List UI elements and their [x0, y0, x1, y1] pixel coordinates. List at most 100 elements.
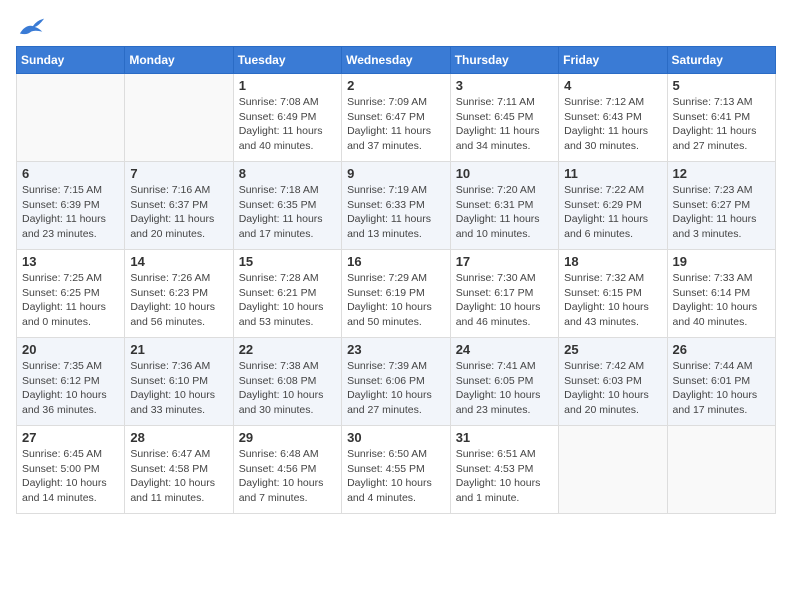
day-info: Sunrise: 6:51 AMSunset: 4:53 PMDaylight:… [456, 447, 553, 506]
day-info: Sunrise: 7:28 AMSunset: 6:21 PMDaylight:… [239, 271, 336, 330]
day-info: Sunrise: 7:22 AMSunset: 6:29 PMDaylight:… [564, 183, 661, 242]
weekday-header-wednesday: Wednesday [342, 47, 451, 74]
calendar-cell: 13Sunrise: 7:25 AMSunset: 6:25 PMDayligh… [17, 250, 125, 338]
day-number: 18 [564, 254, 661, 269]
day-number: 7 [130, 166, 227, 181]
calendar-cell: 5Sunrise: 7:13 AMSunset: 6:41 PMDaylight… [667, 74, 775, 162]
day-number: 17 [456, 254, 553, 269]
day-number: 25 [564, 342, 661, 357]
weekday-header-row: SundayMondayTuesdayWednesdayThursdayFrid… [17, 47, 776, 74]
day-number: 16 [347, 254, 445, 269]
day-info: Sunrise: 7:26 AMSunset: 6:23 PMDaylight:… [130, 271, 227, 330]
calendar-table: SundayMondayTuesdayWednesdayThursdayFrid… [16, 46, 776, 514]
calendar-cell: 12 Sunrise: 7:23 AMSunset: 6:27 PMDayligh… [667, 162, 775, 250]
calendar-cell: 18Sunrise: 7:32 AMSunset: 6:15 PMDayligh… [559, 250, 667, 338]
day-number: 9 [347, 166, 445, 181]
day-info: Sunrise: 7:09 AMSunset: 6:47 PMDaylight:… [347, 95, 445, 154]
logo [16, 16, 46, 34]
calendar-cell: 16 Sunrise: 7:29 AMSunset: 6:19 PMDayligh… [342, 250, 451, 338]
calendar-cell: 11 Sunrise: 7:22 AMSunset: 6:29 PMDayligh… [559, 162, 667, 250]
day-number: 21 [130, 342, 227, 357]
calendar-cell: 10 Sunrise: 7:20 AMSunset: 6:31 PMDayligh… [450, 162, 558, 250]
weekday-header-thursday: Thursday [450, 47, 558, 74]
day-info: Sunrise: 7:15 AMSunset: 6:39 PMDaylight:… [22, 183, 119, 242]
logo-bird-icon [18, 16, 46, 38]
day-number: 31 [456, 430, 553, 445]
day-info: Sunrise: 7:44 AMSunset: 6:01 PMDaylight:… [673, 359, 770, 418]
calendar-cell: 22 Sunrise: 7:38 AMSunset: 6:08 PMDayligh… [233, 338, 341, 426]
calendar-cell: 23 Sunrise: 7:39 AMSunset: 6:06 PMDayligh… [342, 338, 451, 426]
calendar-cell [17, 74, 125, 162]
calendar-cell: 21 Sunrise: 7:36 AMSunset: 6:10 PMDayligh… [125, 338, 233, 426]
day-number: 12 [673, 166, 770, 181]
day-number: 23 [347, 342, 445, 357]
day-info: Sunrise: 7:25 AMSunset: 6:25 PMDaylight:… [22, 271, 119, 330]
calendar-week-3: 13Sunrise: 7:25 AMSunset: 6:25 PMDayligh… [17, 250, 776, 338]
calendar-cell: 15 Sunrise: 7:28 AMSunset: 6:21 PMDayligh… [233, 250, 341, 338]
day-number: 26 [673, 342, 770, 357]
calendar-cell: 9 Sunrise: 7:19 AMSunset: 6:33 PMDaylight… [342, 162, 451, 250]
calendar-cell: 14 Sunrise: 7:26 AMSunset: 6:23 PMDayligh… [125, 250, 233, 338]
day-info: Sunrise: 7:20 AMSunset: 6:31 PMDaylight:… [456, 183, 553, 242]
calendar-week-2: 6 Sunrise: 7:15 AMSunset: 6:39 PMDaylight… [17, 162, 776, 250]
calendar-cell [125, 74, 233, 162]
day-number: 29 [239, 430, 336, 445]
day-info: Sunrise: 6:48 AMSunset: 4:56 PMDaylight:… [239, 447, 336, 506]
day-info: Sunrise: 7:19 AMSunset: 6:33 PMDaylight:… [347, 183, 445, 242]
weekday-header-friday: Friday [559, 47, 667, 74]
calendar-cell: 20Sunrise: 7:35 AMSunset: 6:12 PMDayligh… [17, 338, 125, 426]
day-number: 2 [347, 78, 445, 93]
day-info: Sunrise: 6:47 AMSunset: 4:58 PMDaylight:… [130, 447, 227, 506]
day-info: Sunrise: 7:36 AMSunset: 6:10 PMDaylight:… [130, 359, 227, 418]
day-info: Sunrise: 7:12 AMSunset: 6:43 PMDaylight:… [564, 95, 661, 154]
calendar-cell: 19Sunrise: 7:33 AMSunset: 6:14 PMDayligh… [667, 250, 775, 338]
day-info: Sunrise: 7:16 AMSunset: 6:37 PMDaylight:… [130, 183, 227, 242]
day-number: 8 [239, 166, 336, 181]
day-info: Sunrise: 7:42 AMSunset: 6:03 PMDaylight:… [564, 359, 661, 418]
day-number: 28 [130, 430, 227, 445]
day-number: 14 [130, 254, 227, 269]
day-info: Sunrise: 7:11 AMSunset: 6:45 PMDaylight:… [456, 95, 553, 154]
day-number: 30 [347, 430, 445, 445]
weekday-header-sunday: Sunday [17, 47, 125, 74]
calendar-cell: 1 Sunrise: 7:08 AMSunset: 6:49 PMDaylight… [233, 74, 341, 162]
day-info: Sunrise: 7:41 AMSunset: 6:05 PMDaylight:… [456, 359, 553, 418]
calendar-cell: 30Sunrise: 6:50 AMSunset: 4:55 PMDayligh… [342, 426, 451, 514]
day-number: 11 [564, 166, 661, 181]
day-info: Sunrise: 7:39 AMSunset: 6:06 PMDaylight:… [347, 359, 445, 418]
weekday-header-saturday: Saturday [667, 47, 775, 74]
calendar-cell: 28 Sunrise: 6:47 AMSunset: 4:58 PMDayligh… [125, 426, 233, 514]
calendar-cell: 24Sunrise: 7:41 AMSunset: 6:05 PMDayligh… [450, 338, 558, 426]
calendar-cell: 17 Sunrise: 7:30 AMSunset: 6:17 PMDayligh… [450, 250, 558, 338]
day-number: 22 [239, 342, 336, 357]
day-number: 3 [456, 78, 553, 93]
weekday-header-monday: Monday [125, 47, 233, 74]
calendar-cell: 27 Sunrise: 6:45 AMSunset: 5:00 PMDayligh… [17, 426, 125, 514]
calendar-cell: 2 Sunrise: 7:09 AMSunset: 6:47 PMDaylight… [342, 74, 451, 162]
calendar-week-1: 1 Sunrise: 7:08 AMSunset: 6:49 PMDaylight… [17, 74, 776, 162]
day-info: Sunrise: 6:45 AMSunset: 5:00 PMDaylight:… [22, 447, 119, 506]
page-header [16, 16, 776, 34]
day-info: Sunrise: 7:38 AMSunset: 6:08 PMDaylight:… [239, 359, 336, 418]
calendar-cell: 4 Sunrise: 7:12 AMSunset: 6:43 PMDaylight… [559, 74, 667, 162]
day-number: 4 [564, 78, 661, 93]
day-info: Sunrise: 7:08 AMSunset: 6:49 PMDaylight:… [239, 95, 336, 154]
day-number: 6 [22, 166, 119, 181]
day-number: 27 [22, 430, 119, 445]
calendar-cell: 7 Sunrise: 7:16 AMSunset: 6:37 PMDaylight… [125, 162, 233, 250]
day-number: 5 [673, 78, 770, 93]
day-number: 1 [239, 78, 336, 93]
calendar-cell: 6 Sunrise: 7:15 AMSunset: 6:39 PMDaylight… [17, 162, 125, 250]
day-number: 10 [456, 166, 553, 181]
day-info: Sunrise: 7:23 AMSunset: 6:27 PMDaylight:… [673, 183, 770, 242]
calendar-cell: 8Sunrise: 7:18 AMSunset: 6:35 PMDaylight… [233, 162, 341, 250]
day-number: 15 [239, 254, 336, 269]
day-info: Sunrise: 7:29 AMSunset: 6:19 PMDaylight:… [347, 271, 445, 330]
calendar-week-4: 20Sunrise: 7:35 AMSunset: 6:12 PMDayligh… [17, 338, 776, 426]
weekday-header-tuesday: Tuesday [233, 47, 341, 74]
calendar-cell: 29 Sunrise: 6:48 AMSunset: 4:56 PMDayligh… [233, 426, 341, 514]
calendar-week-5: 27 Sunrise: 6:45 AMSunset: 5:00 PMDayligh… [17, 426, 776, 514]
calendar-cell: 31 Sunrise: 6:51 AMSunset: 4:53 PMDayligh… [450, 426, 558, 514]
day-info: Sunrise: 7:30 AMSunset: 6:17 PMDaylight:… [456, 271, 553, 330]
calendar-cell [667, 426, 775, 514]
